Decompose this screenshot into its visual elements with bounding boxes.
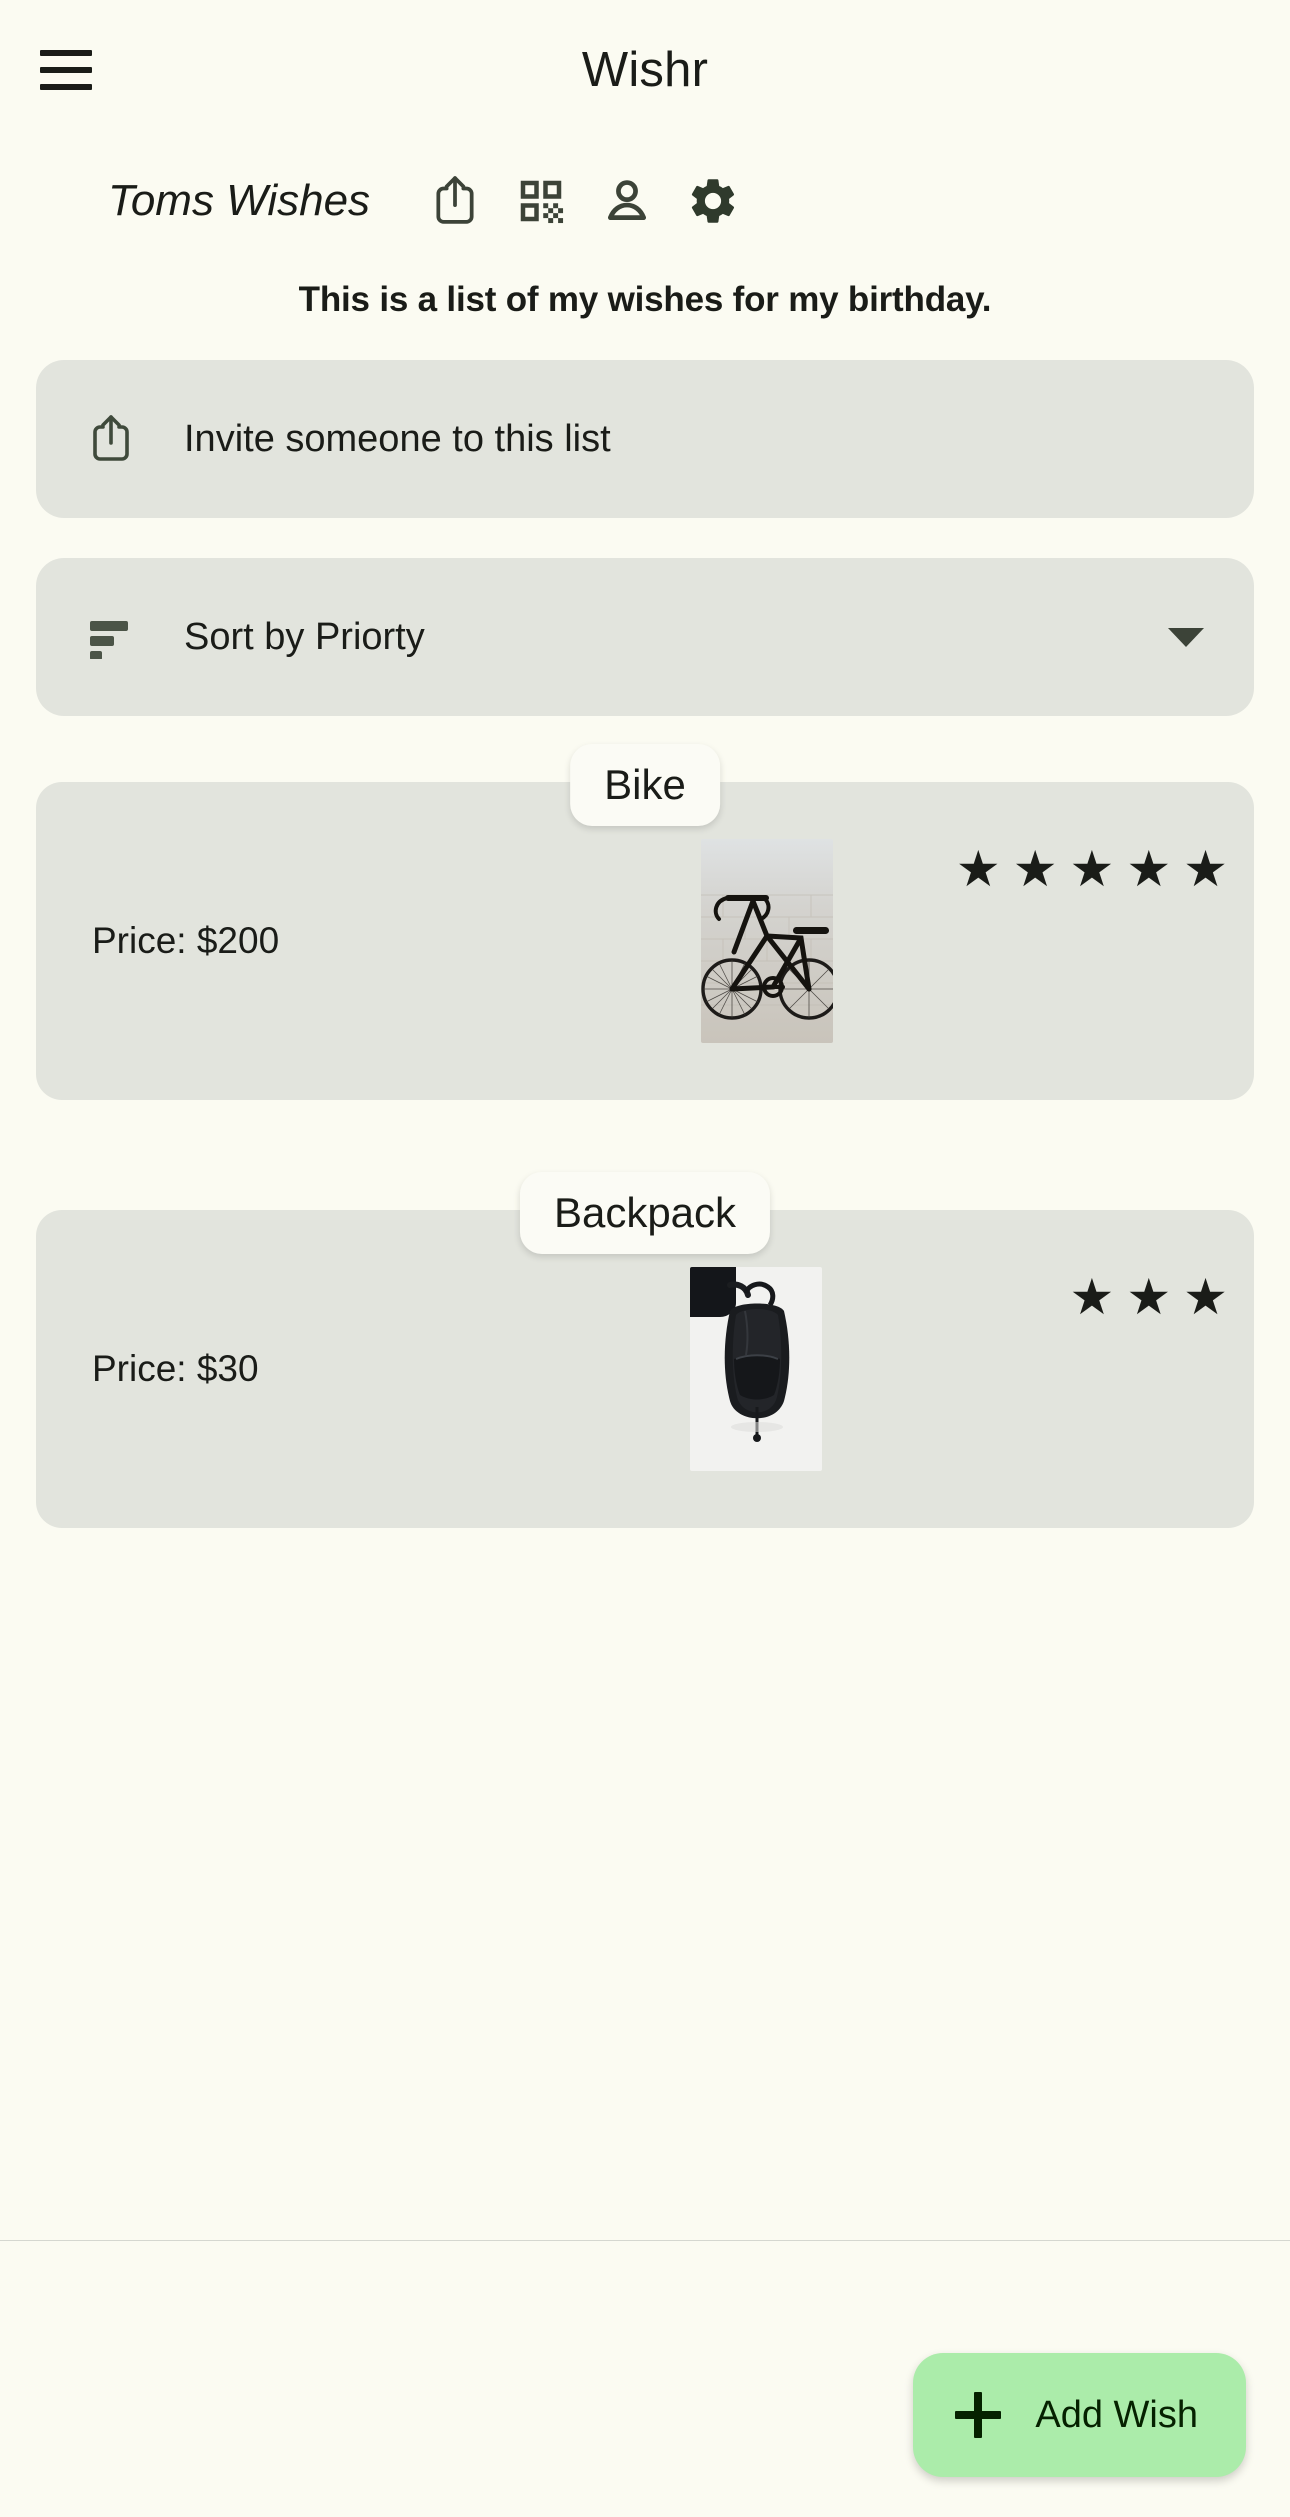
person-icon[interactable] xyxy=(584,158,670,244)
bicycle-photo xyxy=(700,839,833,1043)
sort-icon xyxy=(80,606,142,668)
star-icon: ★ xyxy=(1183,841,1228,897)
wish-thumbnail-wrap xyxy=(259,1210,1254,1528)
share-icon[interactable] xyxy=(412,158,498,244)
wish-card[interactable]: Backpack Price: $30 ★ ★ ★ xyxy=(36,1172,1254,1528)
list-description: This is a list of my wishes for my birth… xyxy=(298,280,992,319)
chevron-down-icon[interactable] xyxy=(1168,627,1204,647)
app-screen: Wishr Toms Wishes This is a list of my w… xyxy=(0,0,1290,2517)
share-icon xyxy=(80,408,142,470)
star-icon: ★ xyxy=(1183,1269,1228,1325)
star-icon: ★ xyxy=(1012,841,1058,897)
hamburger-line xyxy=(40,50,92,56)
page-title: Wishr xyxy=(581,43,709,97)
list-header-row: Toms Wishes xyxy=(0,140,1290,244)
wish-thumbnail-wrap xyxy=(279,782,1254,1100)
app-bar: Wishr xyxy=(0,0,1290,140)
star-icon: ★ xyxy=(1069,1269,1115,1325)
wish-price: Price: $200 xyxy=(92,920,280,961)
rating-stars[interactable]: ★ ★ ★ xyxy=(1070,1272,1228,1322)
wish-title: Backpack xyxy=(519,1172,771,1254)
star-icon: ★ xyxy=(1126,1269,1172,1325)
wish-card[interactable]: Bike Price: $200 ★ ★ ★ ★ ★ xyxy=(36,744,1254,1100)
rating-stars[interactable]: ★ ★ ★ ★ ★ xyxy=(956,844,1228,894)
plus-icon xyxy=(955,2392,1002,2438)
wish-title: Bike xyxy=(570,744,720,826)
list-name: Toms Wishes xyxy=(108,176,371,225)
qr-code-icon[interactable] xyxy=(498,158,584,244)
invite-someone-button[interactable]: Invite someone to this list xyxy=(36,360,1254,518)
sort-dropdown[interactable]: Sort by Priorty xyxy=(36,558,1254,716)
hamburger-line xyxy=(40,84,92,90)
wish-list: Bike Price: $200 ★ ★ ★ ★ ★ Backpack Pric… xyxy=(36,744,1254,1528)
hamburger-line xyxy=(40,67,92,73)
gear-icon[interactable] xyxy=(670,158,756,244)
add-wish-label: Add Wish xyxy=(1035,2393,1198,2436)
main-content: Invite someone to this list Sort by Prio… xyxy=(0,320,1290,2230)
sort-label: Sort by Priorty xyxy=(184,615,425,658)
star-icon: ★ xyxy=(1126,841,1172,897)
invite-label: Invite someone to this list xyxy=(184,417,611,460)
hamburger-menu-icon[interactable] xyxy=(40,35,110,105)
add-wish-button[interactable]: Add Wish xyxy=(913,2353,1246,2477)
star-icon: ★ xyxy=(1069,841,1115,897)
bottom-bar: Add Wish xyxy=(0,2241,1290,2517)
star-icon: ★ xyxy=(955,841,1001,897)
backpack-photo xyxy=(690,1267,823,1471)
wish-price: Price: $30 xyxy=(92,1348,259,1389)
